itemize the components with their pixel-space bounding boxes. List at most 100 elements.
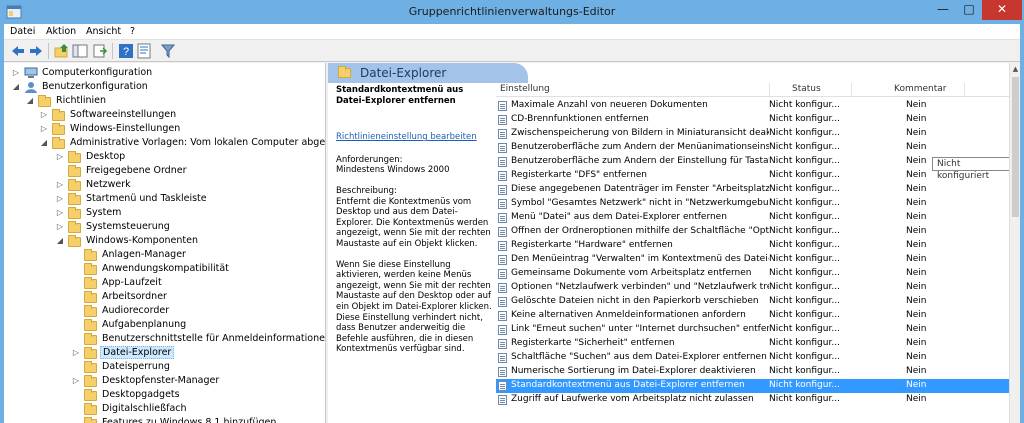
table-row[interactable]: Gelöschte Dateien nicht in den Papierkor… (496, 295, 1020, 309)
scrollbar-thumb[interactable] (1012, 77, 1019, 217)
setting-name: Benutzeroberfläche zum Ändern der Einste… (511, 156, 769, 166)
menu-aktion[interactable]: Aktion (46, 26, 76, 37)
expand-arrow-icon[interactable]: ▷ (56, 181, 64, 189)
policy-setting-icon (498, 395, 507, 405)
tree-item[interactable]: ▷ Desktopfenster-Manager (4, 374, 325, 388)
collapse-arrow-icon[interactable]: ◢ (40, 139, 48, 147)
column-divider[interactable] (769, 83, 770, 97)
setting-status: Nicht konfigur... (769, 268, 840, 278)
column-header-status[interactable]: Status (792, 84, 821, 94)
table-row[interactable]: Numerische Sortierung im Datei-Explorer … (496, 365, 1020, 379)
tree-item[interactable]: ▷ Windows-Einstellungen (4, 122, 325, 136)
folder-icon (84, 375, 98, 387)
tree-item[interactable]: Aufgabenplanung (4, 318, 325, 332)
expand-arrow-icon[interactable]: ▷ (56, 223, 64, 231)
column-header-setting[interactable]: Einstellung (500, 84, 550, 94)
tree-item[interactable]: ◢ Windows-Komponenten (4, 234, 325, 248)
setting-comment: Nein (906, 366, 927, 376)
close-button[interactable]: ✕ (982, 0, 1022, 20)
table-row[interactable]: Keine alternativen Anmeldeinformationen … (496, 309, 1020, 323)
tree-item[interactable]: Benutzerschnittstelle für Anmeldeinforma… (4, 332, 325, 346)
edit-policy-link[interactable]: Richtlinieneinstellung bearbeiten (336, 132, 494, 143)
column-header-comment[interactable]: Kommentar (894, 84, 946, 94)
tree-item[interactable]: Audiorecorder (4, 304, 325, 318)
tree-item[interactable]: ◢ Richtlinien (4, 94, 325, 108)
column-divider[interactable] (851, 83, 852, 97)
table-row[interactable]: Schaltfläche "Suchen" aus dem Datei-Expl… (496, 351, 1020, 365)
collapse-arrow-icon[interactable]: ◢ (26, 97, 34, 105)
tree-item[interactable]: Dateisperrung (4, 360, 325, 374)
menu-datei[interactable]: Datei (10, 26, 35, 37)
expand-arrow-icon[interactable]: ▷ (56, 195, 64, 203)
tree-item[interactable]: Desktopgadgets (4, 388, 325, 402)
expand-arrow-icon[interactable]: ▷ (12, 69, 20, 77)
tree-item-label: Datei-Explorer (100, 346, 175, 359)
properties-icon[interactable] (136, 43, 152, 59)
expand-arrow-icon[interactable]: ▷ (56, 209, 64, 217)
folder-icon (84, 403, 98, 415)
table-row[interactable]: Symbol "Gesamtes Netzwerk" nicht in "Net… (496, 197, 1020, 211)
tree-item[interactable]: Anwendungskompatibilität (4, 262, 325, 276)
table-row[interactable]: Optionen "Netzlaufwerk verbinden" und "N… (496, 281, 1020, 295)
menu-ansicht[interactable]: Ansicht (86, 26, 121, 37)
description-panel: Standardkontextmenü aus Datei-Explorer e… (336, 85, 494, 365)
tree-item[interactable]: ▷ System (4, 206, 325, 220)
tree-item[interactable]: ▷ Netzwerk (4, 178, 325, 192)
tree-item[interactable]: App-Laufzeit (4, 276, 325, 290)
show-hide-tree-icon[interactable] (72, 43, 88, 59)
help-icon[interactable]: ? (118, 43, 134, 59)
collapse-arrow-icon[interactable]: ◢ (56, 237, 64, 245)
table-row[interactable]: Registerkarte "Sicherheit" entfernen Nich… (496, 337, 1020, 351)
table-row[interactable]: Diese angegebenen Datenträger im Fenster… (496, 183, 1020, 197)
setting-status: Nicht konfigur... (769, 128, 840, 138)
table-row[interactable]: CD-Brennfunktionen entfernen Nicht konfig… (496, 113, 1020, 127)
table-row[interactable]: Link "Erneut suchen" unter "Internet dur… (496, 323, 1020, 337)
maximize-button[interactable]: □ (956, 0, 982, 20)
forward-arrow-icon[interactable] (28, 43, 44, 59)
vertical-scrollbar[interactable]: ▲ (1009, 63, 1020, 423)
filter-icon[interactable] (160, 43, 176, 59)
tree-item-label: Benutzerkonfiguration (42, 81, 148, 92)
table-row[interactable]: Benutzeroberfläche zum Ändern der Menüan… (496, 141, 1020, 155)
expand-arrow-icon[interactable]: ▷ (56, 153, 64, 161)
minimize-button[interactable]: — (930, 0, 956, 20)
tree-item[interactable]: ▷ Datei-Explorer (4, 346, 325, 360)
menu-help[interactable]: ? (130, 26, 135, 37)
table-row[interactable]: Zwischenspeicherung von Bildern in Minia… (496, 127, 1020, 141)
tree-item[interactable]: ▷ Desktop (4, 150, 325, 164)
expand-arrow-icon[interactable]: ▷ (40, 125, 48, 133)
expand-arrow-icon[interactable]: ▷ (72, 349, 80, 357)
column-divider[interactable] (964, 83, 965, 97)
export-list-icon[interactable] (92, 43, 108, 59)
tree-item[interactable]: Features zu Windows 8.1 hinzufügen (4, 416, 325, 423)
table-row[interactable]: Gemeinsame Dokumente vom Arbeitsplatz en… (496, 267, 1020, 281)
back-arrow-icon[interactable] (10, 43, 26, 59)
table-row[interactable]: Zugriff auf Laufwerke vom Arbeitsplatz n… (496, 393, 1020, 407)
folder-up-icon[interactable] (54, 43, 70, 59)
expand-arrow-icon[interactable]: ▷ (72, 377, 80, 385)
policy-setting-icon (498, 353, 507, 363)
tree-item[interactable]: Arbeitsordner (4, 290, 325, 304)
table-row[interactable]: Menü "Datei" aus dem Datei-Explorer entf… (496, 211, 1020, 225)
expand-arrow-icon[interactable]: ▷ (40, 111, 48, 119)
tree-item[interactable]: ◢ Benutzerkonfiguration (4, 80, 325, 94)
scroll-up-arrow-icon[interactable]: ▲ (1010, 63, 1021, 75)
table-row[interactable]: Den Menüeintrag "Verwalten" im Kontextme… (496, 253, 1020, 267)
collapse-arrow-icon[interactable]: ◢ (12, 83, 20, 91)
tree-item[interactable]: Anlagen-Manager (4, 248, 325, 262)
table-row[interactable]: Registerkarte "Hardware" entfernen Nicht … (496, 239, 1020, 253)
tree-item[interactable]: Digitalschließfach (4, 402, 325, 416)
table-row[interactable]: Maximale Anzahl von neueren Dokumenten Ni… (496, 99, 1020, 113)
tree-item[interactable]: Freigegebene Ordner (4, 164, 325, 178)
tree-item[interactable]: ◢ Administrative Vorlagen: Vom lokalen Co… (4, 136, 325, 150)
description-detail: Wenn Sie diese Einstellung aktivieren, w… (336, 259, 492, 355)
table-row[interactable]: Standardkontextmenü aus Datei-Explorer e… (496, 379, 1020, 393)
tree-item[interactable]: ▷ Startmenü und Taskleiste (4, 192, 325, 206)
tree-item[interactable]: ▷ Computerkonfiguration (4, 66, 325, 80)
description-text: Entfernt die Kontextmenüs vom Desktop un… (336, 196, 491, 249)
table-row[interactable]: Öffnen der Ordneroptionen mithilfe der S… (496, 225, 1020, 239)
tree-item-label: Anwendungskompatibilität (102, 263, 229, 274)
tree-item[interactable]: ▷ Softwareeinstellungen (4, 108, 325, 122)
setting-name: Standardkontextmenü aus Datei-Explorer e… (511, 380, 745, 390)
tree-item[interactable]: ▷ Systemsteuerung (4, 220, 325, 234)
